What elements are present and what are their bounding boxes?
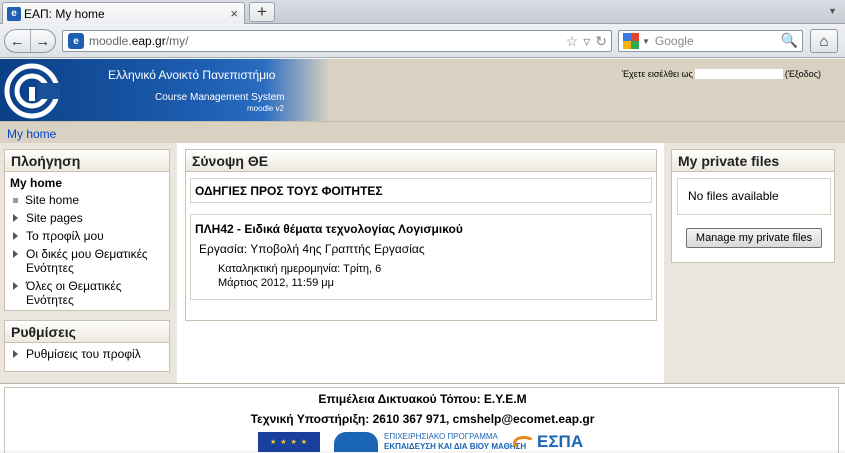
settings-item-profile[interactable]: Ρυθμίσεις του προφίλ (10, 347, 164, 361)
expand-arrow-icon[interactable] (13, 282, 18, 290)
private-files-block: My private files No files available Mana… (671, 149, 835, 263)
settings-block: Ρυθμίσεις Ρυθμίσεις του προφίλ (4, 320, 170, 372)
navigation-tree: My home Site home Site pages Το προφίλ μ… (5, 172, 169, 315)
url-text[interactable]: moodle.eap.gr/my/ (89, 34, 188, 48)
nav-item-site-home[interactable]: Site home (10, 193, 164, 207)
nav-item-label[interactable]: Site pages (26, 211, 83, 225)
espa-logo-text: ΕΣΠΑ (537, 432, 584, 451)
course-overview-title: Σύνοψη ΘΕ (186, 150, 656, 172)
redacted-username (694, 69, 783, 79)
tab-list-chevron-down-icon[interactable]: ▼ (828, 6, 837, 16)
assignment-prefix: Εργασία: (199, 242, 248, 256)
eu-flag-icon: ★ ★ ★ ★ (258, 432, 320, 452)
epan-mark-icon (334, 432, 378, 452)
main-content: Πλοήγηση My home Site home Site pages Το… (0, 143, 845, 383)
close-tab-icon[interactable]: × (230, 6, 238, 21)
deadline-line-1: Καταληκτική ημερομηνία: Τρίτη, 6 (218, 263, 382, 275)
assignment-deadline: Καταληκτική ημερομηνία: Τρίτη, 6 Μάρτιος… (218, 262, 647, 290)
settings-title: Ρυθμίσεις (5, 321, 169, 343)
site-name: Ελληνικό Ανοικτό Πανεπιστήμιο (108, 68, 276, 82)
navigation-title: Πλοήγηση (5, 150, 169, 172)
browser-toolbar: ← → e moodle.eap.gr/my/ ☆ ▿ ↻ ▼ Google 🔍… (0, 24, 845, 58)
site-version: moodle v2 (247, 104, 284, 113)
browser-tab-strip: e ΕΑΠ: My home × + ▼ (0, 0, 845, 24)
bookmark-star-icon[interactable]: ☆ (566, 33, 579, 50)
breadcrumb-my-home[interactable]: My home (7, 127, 56, 141)
course-title-link[interactable]: ΠΛΗ42 - Ειδικά θέματα τεχνολογίας Λογισμ… (195, 222, 647, 236)
nav-item-label[interactable]: Το προφίλ μου (26, 229, 104, 243)
course-overview-block: Σύνοψη ΘΕ ΟΔΗΓΙΕΣ ΠΡΟΣ ΤΟΥΣ ΦΟΙΤΗΤΕΣ ΠΛΗ… (185, 149, 657, 321)
nav-item-my-courses[interactable]: Οι δικές μου Θεματικές Ενότητες (10, 247, 164, 275)
expand-arrow-icon[interactable] (13, 350, 18, 358)
logout-link[interactable]: (Έξοδος) (785, 69, 821, 79)
nav-my-home[interactable]: My home (10, 176, 164, 190)
back-forward-group: ← → (4, 29, 56, 53)
site-subtitle: Course Management System (155, 92, 285, 103)
address-bar[interactable]: e moodle.eap.gr/my/ ☆ ▿ ↻ (62, 30, 612, 52)
nav-item-label[interactable]: Οι δικές μου Θεματικές Ενότητες (26, 247, 164, 275)
site-header: Ελληνικό Ανοικτό Πανεπιστήμιο Course Man… (0, 59, 845, 121)
settings-item-label[interactable]: Ρυθμίσεις του προφίλ (26, 347, 141, 361)
new-tab-button[interactable]: + (249, 2, 275, 22)
student-instructions-link[interactable]: ΟΔΗΓΙΕΣ ΠΡΟΣ ΤΟΥΣ ΦΟΙΤΗΤΕΣ (190, 178, 652, 203)
search-magnifier-icon[interactable]: 🔍 (781, 32, 798, 49)
home-icon[interactable]: ⌂ (810, 29, 838, 53)
search-input[interactable]: Google (655, 34, 694, 48)
navigation-block: Πλοήγηση My home Site home Site pages Το… (4, 149, 170, 311)
assignment-row: Εργασία: Υποβολή 4ης Γραπτής Εργασίας (199, 242, 647, 256)
search-bar[interactable]: ▼ Google 🔍 (618, 30, 803, 52)
web-page: Ελληνικό Ανοικτό Πανεπιστήμιο Course Man… (0, 59, 845, 453)
dropdown-history-icon[interactable]: ▿ (583, 33, 590, 50)
nav-item-all-courses[interactable]: Όλες οι Θεματικές Ενότητες (10, 279, 164, 307)
deadline-line-2: Μάρτιος 2012, 11:59 μμ (218, 277, 334, 289)
nav-item-my-profile[interactable]: Το προφίλ μου (10, 229, 164, 243)
assignment-link[interactable]: Υποβολή 4ης Γραπτής Εργασίας (250, 242, 424, 256)
epan-text-line-2: ΕΚΠΑΙΔΕΥΣΗ ΚΑΙ ΔΙΑ ΒΙΟΥ ΜΑΘΗΣΗ (384, 442, 527, 451)
epan-text-line-1: ΕΠΙΧΕΙΡΗΣΙΑΚΟ ΠΡΟΓΡΑΜΜΑ (384, 432, 498, 441)
google-engine-icon[interactable] (623, 33, 639, 49)
site-identity-icon[interactable]: e (68, 33, 84, 49)
nav-item-site-pages[interactable]: Site pages (10, 211, 164, 225)
espa-swoosh-icon (513, 436, 535, 450)
reload-icon[interactable]: ↻ (595, 33, 607, 50)
expand-arrow-icon[interactable] (13, 232, 18, 240)
footer-support-info: Τεχνική Υποστήριξη: 2610 367 971, cmshel… (250, 412, 595, 426)
epan-program-logo: ΕΠΙΧΕΙΡΗΣΙΑΚΟ ΠΡΟΓΡΑΜΜΑ ΕΚΠΑΙΔΕΥΣΗ ΚΑΙ Δ… (334, 432, 526, 452)
back-arrow-icon[interactable]: ← (5, 30, 31, 52)
browser-tab[interactable]: e ΕΑΠ: My home × (2, 2, 245, 24)
eap-logo-icon[interactable] (4, 63, 60, 119)
square-bullet-icon (13, 198, 18, 203)
footer-editor-credit: Επιμέλεια Δικτυακού Τόπου: Ε.Υ.Ε.Μ (318, 392, 527, 406)
engine-chevron-down-icon[interactable]: ▼ (642, 37, 650, 46)
private-files-title: My private files (672, 150, 834, 172)
login-prefix: Έχετε εισέλθει ως (622, 69, 693, 79)
login-info: Έχετε εισέλθει ως (Έξοδος) (622, 69, 821, 79)
espa-logo: ΕΣΠΑ (513, 432, 593, 452)
nav-item-label[interactable]: Site home (25, 193, 79, 207)
forward-arrow-icon[interactable]: → (31, 30, 56, 52)
settings-tree: Ρυθμίσεις του προφίλ (5, 343, 169, 369)
manage-private-files-button[interactable]: Manage my private files (686, 228, 822, 248)
expand-arrow-icon[interactable] (13, 214, 18, 222)
files-empty-message: No files available (677, 178, 831, 215)
tab-title: ΕΑΠ: My home (24, 6, 105, 21)
nav-item-label[interactable]: Όλες οι Θεματικές Ενότητες (26, 279, 164, 307)
breadcrumb: My home (0, 121, 845, 143)
course-box: ΠΛΗ42 - Ειδικά θέματα τεχνολογίας Λογισμ… (190, 214, 652, 300)
expand-arrow-icon[interactable] (13, 250, 18, 258)
site-footer: Επιμέλεια Δικτυακού Τόπου: Ε.Υ.Ε.Μ Τεχνι… (0, 383, 845, 453)
site-favicon-icon: e (7, 6, 21, 21)
url-actions: ☆ ▿ ↻ (566, 33, 607, 50)
